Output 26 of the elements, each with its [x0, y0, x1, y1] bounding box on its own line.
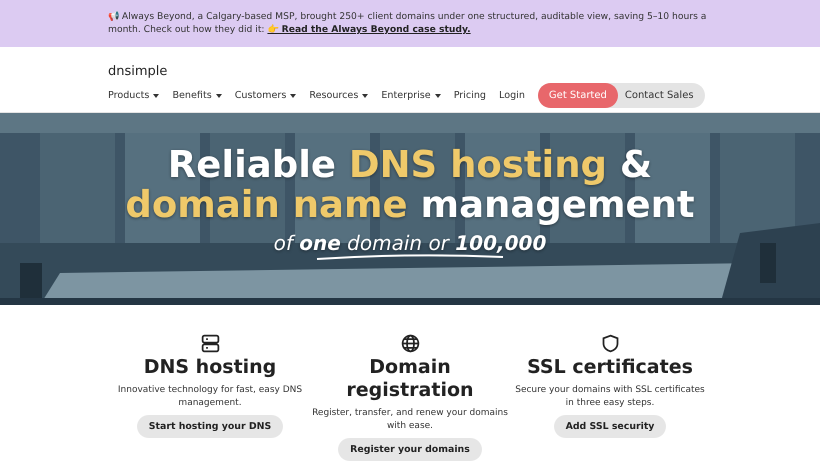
nav-item[interactable]: Resources: [309, 90, 368, 101]
feature-button[interactable]: Add SSL security: [554, 415, 666, 438]
feature-description: Secure your domains with SSL certificates in three easy steps.: [514, 384, 706, 409]
hero-title: Reliable DNS hosting &: [168, 145, 652, 185]
feature-title: SSL certificates: [527, 356, 693, 379]
contact-sales-button[interactable]: Contact Sales: [618, 83, 705, 108]
announcement-text: 📢 Always Beyond, a Calgary-based MSP, brought 250+ client domains under one structured, auditable view, saving 5–10 hours a month. Check out how they did it: 👉 Read the Always Beyond case study.: [108, 10, 708, 36]
logo[interactable]: dnsimple: [108, 64, 168, 79]
feature-title: DNS hosting: [144, 356, 276, 379]
case-study-link[interactable]: 👉 Read the Always Beyond case study.: [267, 24, 471, 35]
nav-item[interactable]: Login: [499, 90, 525, 101]
feature-description: Innovative technology for fast, easy DNS management.: [116, 384, 304, 409]
hero-subtitle: of one domain or 100,000: [274, 231, 546, 255]
nav-item[interactable]: Pricing: [454, 90, 486, 101]
nav-item[interactable]: Benefits: [172, 90, 222, 101]
globe-icon: [400, 333, 420, 354]
feature-description: Register, transfer, and renew your domains with ease.: [311, 407, 509, 432]
feature-title: Domain registration: [345, 356, 475, 402]
feature-button[interactable]: Start hosting your DNS: [136, 415, 284, 438]
nav-item[interactable]: Customers: [234, 90, 296, 101]
nav-item[interactable]: Products: [108, 90, 160, 101]
shield-icon: [600, 333, 620, 354]
server-icon: [200, 333, 220, 354]
hero-title: domain name management: [125, 185, 695, 225]
nav-item[interactable]: Enterprise: [381, 90, 441, 101]
feature-button[interactable]: Register your domains: [338, 438, 482, 461]
